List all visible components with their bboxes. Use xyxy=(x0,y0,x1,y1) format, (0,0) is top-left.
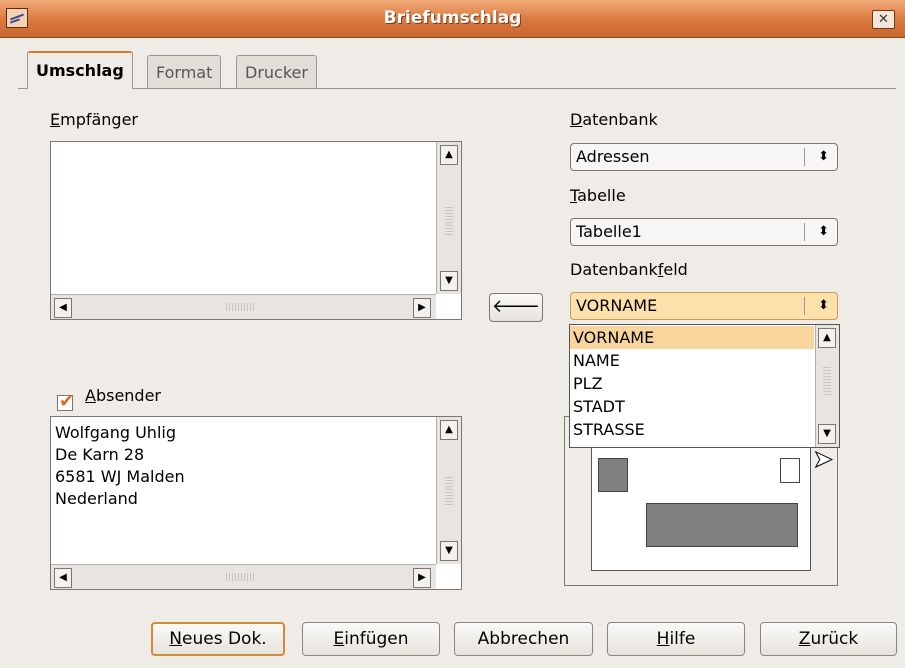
dbfield-label: Datenbankfeld xyxy=(570,260,688,279)
scroll-down-icon[interactable]: ▼ xyxy=(440,271,458,291)
dropdown-option-plz[interactable]: PLZ xyxy=(570,372,814,395)
title-bar: Briefumschlag ✕ xyxy=(0,0,905,38)
dropdown-vscrollbar[interactable]: ▲ ▼ xyxy=(815,325,839,447)
sender-line: Wolfgang Uhlig xyxy=(55,423,176,442)
database-select[interactable]: Adressen ⬍ xyxy=(570,143,838,171)
table-label: Tabelle xyxy=(570,186,626,205)
stamp-box xyxy=(780,458,800,483)
spin-icon: ⬍ xyxy=(818,149,829,164)
tab-drucker[interactable]: Drucker xyxy=(236,55,317,88)
sender-line: De Karn 28 xyxy=(55,445,145,464)
back-button[interactable]: Zurück xyxy=(760,622,897,656)
scroll-left-icon[interactable]: ◀ xyxy=(54,568,72,588)
dropdown-option-name[interactable]: NAME xyxy=(570,349,814,372)
dbfield-select[interactable]: VORNAME ⬍ xyxy=(570,292,838,320)
sender-checkbox[interactable]: ✔ xyxy=(57,391,74,412)
sender-block xyxy=(598,458,628,492)
scroll-grip xyxy=(823,365,831,395)
dbfield-dropdown-list[interactable]: VORNAME NAME PLZ STADT STRASSE ▲ ▼ xyxy=(569,324,840,448)
scroll-right-icon[interactable]: ▶ xyxy=(413,568,431,588)
new-document-button[interactable]: Neues Dok. xyxy=(151,622,285,656)
sender-label: Absender xyxy=(85,386,162,405)
check-icon: ✔ xyxy=(59,391,75,412)
sender-line: 6581 WJ Malden xyxy=(55,467,185,486)
sender-vscrollbar[interactable]: ▲ ▼ xyxy=(436,417,461,564)
recipient-vscrollbar[interactable]: ▲ ▼ xyxy=(436,142,461,294)
scroll-up-icon[interactable]: ▲ xyxy=(440,420,458,440)
scroll-grip xyxy=(445,205,453,235)
scroll-left-icon[interactable]: ◀ xyxy=(54,298,72,318)
recipient-label: Empfänger xyxy=(50,110,139,129)
envelope-shape xyxy=(591,447,811,571)
scroll-down-icon[interactable]: ▼ xyxy=(440,541,458,561)
dbfield-value: VORNAME xyxy=(576,296,658,315)
recipient-hscrollbar[interactable]: ◀ ▶ xyxy=(51,294,436,319)
scroll-up-icon[interactable]: ▲ xyxy=(818,328,836,348)
scroll-up-icon[interactable]: ▲ xyxy=(440,145,458,165)
tab-umschlag[interactable]: Umschlag xyxy=(27,51,133,89)
recipient-block xyxy=(646,503,798,547)
dropdown-option-vorname[interactable]: VORNAME xyxy=(570,326,814,349)
sender-hscrollbar[interactable]: ◀ ▶ xyxy=(51,564,436,589)
close-button[interactable]: ✕ xyxy=(872,10,895,29)
mouse-cursor-icon: ➤ xyxy=(812,445,834,474)
help-button[interactable]: Hilfe xyxy=(607,622,745,656)
insert-field-button[interactable]: 🡐 xyxy=(489,293,543,322)
table-select[interactable]: Tabelle1 ⬍ xyxy=(570,218,838,246)
database-label: Datenbank xyxy=(570,110,658,129)
scroll-grip xyxy=(445,475,453,505)
spin-icon: ⬍ xyxy=(818,224,829,239)
tab-format[interactable]: Format xyxy=(147,55,222,88)
table-value: Tabelle1 xyxy=(576,222,642,241)
sender-textarea[interactable]: Wolfgang Uhlig De Karn 28 6581 WJ Malden… xyxy=(50,416,462,590)
sender-text: Wolfgang Uhlig De Karn 28 6581 WJ Malden… xyxy=(55,422,185,510)
dropdown-option-stadt[interactable]: STADT xyxy=(570,395,814,418)
dropdown-option-strasse[interactable]: STRASSE xyxy=(570,418,814,441)
spin-icon: ⬍ xyxy=(818,298,829,313)
scroll-grip xyxy=(226,573,256,581)
scroll-grip xyxy=(226,303,256,311)
scroll-down-icon[interactable]: ▼ xyxy=(818,424,836,444)
insert-button[interactable]: Einfügen xyxy=(302,622,440,656)
sender-line: Nederland xyxy=(55,489,138,508)
arrow-left-icon: 🡐 xyxy=(491,296,541,317)
cancel-button[interactable]: Abbrechen xyxy=(454,622,593,656)
scroll-right-icon[interactable]: ▶ xyxy=(413,298,431,318)
window-title: Briefumschlag xyxy=(383,8,522,28)
database-value: Adressen xyxy=(576,147,650,166)
tab-panel-border xyxy=(18,88,896,89)
recipient-textarea[interactable]: ▲ ▼ ◀ ▶ xyxy=(50,141,462,320)
